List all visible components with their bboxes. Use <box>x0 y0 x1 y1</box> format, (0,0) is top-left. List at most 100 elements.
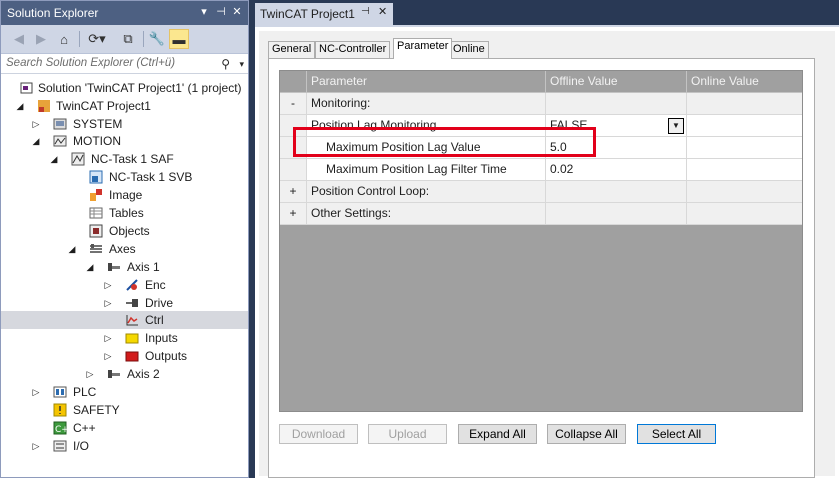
tree-item-label: Drive <box>145 296 174 310</box>
document-body: General NC-Controller Parameter Online P… <box>255 25 839 478</box>
preview-selected-items-icon[interactable]: ▬ <box>169 29 189 49</box>
window-position-dropdown-icon[interactable]: ▾ <box>197 4 211 20</box>
tree-item-tables[interactable]: Tables <box>1 204 248 222</box>
tab-general[interactable]: General <box>268 41 316 58</box>
column-header-parameter[interactable]: Parameter <box>307 71 546 93</box>
collapse-arrow-icon[interactable]: ◢ <box>67 240 77 258</box>
pin-tab-icon[interactable]: ⊣ <box>361 6 370 17</box>
tree-item-label: Tables <box>109 206 144 220</box>
column-header-offline-value[interactable]: Offline Value <box>546 71 687 93</box>
tree-item-inputs[interactable]: ▷ Inputs <box>1 329 248 347</box>
toolbar-separator <box>143 31 144 47</box>
tree-item-axes[interactable]: ◢ Axes <box>1 240 248 258</box>
collapse-arrow-icon[interactable]: ◢ <box>31 132 41 150</box>
tree-item-label: NC-Task 1 SVB <box>109 170 193 184</box>
tree-item-solution[interactable]: Solution 'TwinCAT Project1' (1 project) <box>1 79 248 97</box>
collapse-arrow-icon[interactable]: ◢ <box>49 150 59 168</box>
properties-wrench-icon[interactable]: 🔧 <box>149 29 165 49</box>
grid-row-max-position-lag-filter-time[interactable]: Maximum Position Lag Filter Time 0.02 <box>280 159 802 181</box>
collapse-all-button[interactable]: Collapse All <box>547 424 626 444</box>
pin-icon[interactable]: ⊣ <box>214 4 228 20</box>
grid-row-online-value <box>687 181 802 203</box>
grid-row-max-position-lag-value[interactable]: Maximum Position Lag Value 5.0 <box>280 137 802 159</box>
expand-arrow-icon[interactable]: ▷ <box>103 276 113 294</box>
cpp-icon: C+ <box>53 421 67 435</box>
grid-header-row: Parameter Offline Value Online Value <box>280 71 802 93</box>
home-icon[interactable]: ⌂ <box>55 29 73 49</box>
grid-row-position-lag-monitoring[interactable]: Position Lag Monitoring FALSE ▼ <box>280 115 802 137</box>
tree-item-outputs[interactable]: ▷ Outputs <box>1 347 248 365</box>
expand-arrow-icon[interactable]: ▷ <box>31 383 41 401</box>
tree-item-drive[interactable]: ▷ Drive <box>1 294 248 312</box>
position-lag-monitoring-select[interactable]: FALSE <box>546 115 687 137</box>
tree-item-axis-2[interactable]: ▷ Axis 2 <box>1 365 248 383</box>
search-solution-explorer-input[interactable]: Search Solution Explorer (Ctrl+ü) ⚲ ▾ <box>1 54 248 74</box>
tree-item-label: Axis 1 <box>127 260 160 274</box>
tree-item-nc-task-1-svb[interactable]: NC-Task 1 SVB <box>1 168 248 186</box>
axis-icon <box>108 263 120 271</box>
forward-icon[interactable]: ▶ <box>33 29 49 49</box>
expand-arrow-icon[interactable]: ▷ <box>103 347 113 365</box>
expand-arrow-icon[interactable]: ▷ <box>103 294 113 312</box>
expand-arrow-icon[interactable]: ▷ <box>85 365 95 383</box>
grid-row-online-value <box>687 203 802 225</box>
close-icon[interactable]: ✕ <box>230 4 244 20</box>
document-tab[interactable]: TwinCAT Project1 ⊣ ✕ <box>255 3 393 25</box>
tree-item-label: SAFETY <box>73 403 120 417</box>
tree-item-safety[interactable]: SAFETY <box>1 401 248 419</box>
collapse-arrow-icon[interactable]: ◢ <box>85 258 95 276</box>
grid-row-other-settings[interactable]: + Other Settings: <box>280 203 802 225</box>
tree-item-nc-task-1-saf[interactable]: ◢ NC-Task 1 SAF <box>1 150 248 168</box>
grid-row-position-control-loop[interactable]: + Position Control Loop: <box>280 181 802 203</box>
grid-row-name: Maximum Position Lag Value <box>307 137 546 159</box>
collapse-arrow-icon[interactable]: ◢ <box>15 97 25 115</box>
tree-item-label: Axis 2 <box>127 367 160 381</box>
tree-item-label: NC-Task 1 SAF <box>91 152 174 166</box>
search-icon[interactable]: ⚲ <box>221 55 230 74</box>
solution-explorer-title: Solution Explorer <box>7 6 99 20</box>
solution-explorer-titlebar: Solution Explorer ▾ ⊣ ✕ <box>1 1 248 25</box>
download-button[interactable]: Download <box>279 424 358 444</box>
select-all-button[interactable]: Select All <box>637 424 716 444</box>
collapse-all-icon[interactable]: ⧉ <box>120 29 136 49</box>
expand-all-button[interactable]: Expand All <box>458 424 537 444</box>
close-tab-icon[interactable]: ✕ <box>378 5 387 18</box>
tab-online[interactable]: Online <box>449 41 489 58</box>
tree-item-cpp[interactable]: C+ C++ <box>1 419 248 437</box>
expand-arrow-icon[interactable]: ▷ <box>31 115 41 133</box>
column-header-online-value[interactable]: Online Value <box>687 71 802 93</box>
tab-nc-controller[interactable]: NC-Controller <box>315 41 391 58</box>
tree-item-io[interactable]: ▷ I/O <box>1 437 248 455</box>
drive-icon <box>126 299 138 307</box>
tree-item-label: MOTION <box>73 134 121 148</box>
dropdown-arrow-icon[interactable]: ▼ <box>668 118 684 134</box>
tree-item-ctrl[interactable]: Ctrl <box>1 311 248 329</box>
expand-toggle[interactable]: + <box>280 181 307 203</box>
document-tab-title: TwinCAT Project1 <box>260 7 355 21</box>
tree-item-plc[interactable]: ▷ PLC <box>1 383 248 401</box>
max-position-lag-filter-time-input[interactable]: 0.02 <box>546 159 687 181</box>
search-options-dropdown-icon[interactable]: ▾ <box>239 55 244 74</box>
tree-item-label: C++ <box>73 421 96 435</box>
expand-toggle[interactable]: + <box>280 203 307 225</box>
back-icon[interactable]: ◀ <box>11 29 27 49</box>
tree-item-motion[interactable]: ◢ MOTION <box>1 132 248 150</box>
expand-arrow-icon[interactable]: ▷ <box>31 437 41 455</box>
grid-row-online-value <box>687 159 802 181</box>
image-icon <box>90 189 102 201</box>
tree-item-twincat-project1[interactable]: ◢ TwinCAT Project1 <box>1 97 248 115</box>
tree-item-axis-1[interactable]: ◢ Axis 1 <box>1 258 248 276</box>
tree-item-label: TwinCAT Project1 <box>56 99 151 113</box>
tree-item-system[interactable]: ▷ SYSTEM <box>1 115 248 133</box>
tree-item-objects[interactable]: Objects <box>1 222 248 240</box>
upload-button[interactable]: Upload <box>368 424 447 444</box>
grid-row-monitoring[interactable]: - Monitoring: <box>280 93 802 115</box>
tree-item-image[interactable]: Image <box>1 186 248 204</box>
expand-arrow-icon[interactable]: ▷ <box>103 329 113 347</box>
pending-changes-filter-icon[interactable]: ⟳▾ <box>86 29 108 49</box>
tab-parameter[interactable]: Parameter <box>393 38 453 59</box>
max-position-lag-value-input[interactable]: 5.0 <box>546 137 687 159</box>
tree-item-enc[interactable]: ▷ Enc <box>1 276 248 294</box>
collapse-toggle[interactable]: - <box>280 93 307 115</box>
grid-row-online-value <box>687 115 802 137</box>
